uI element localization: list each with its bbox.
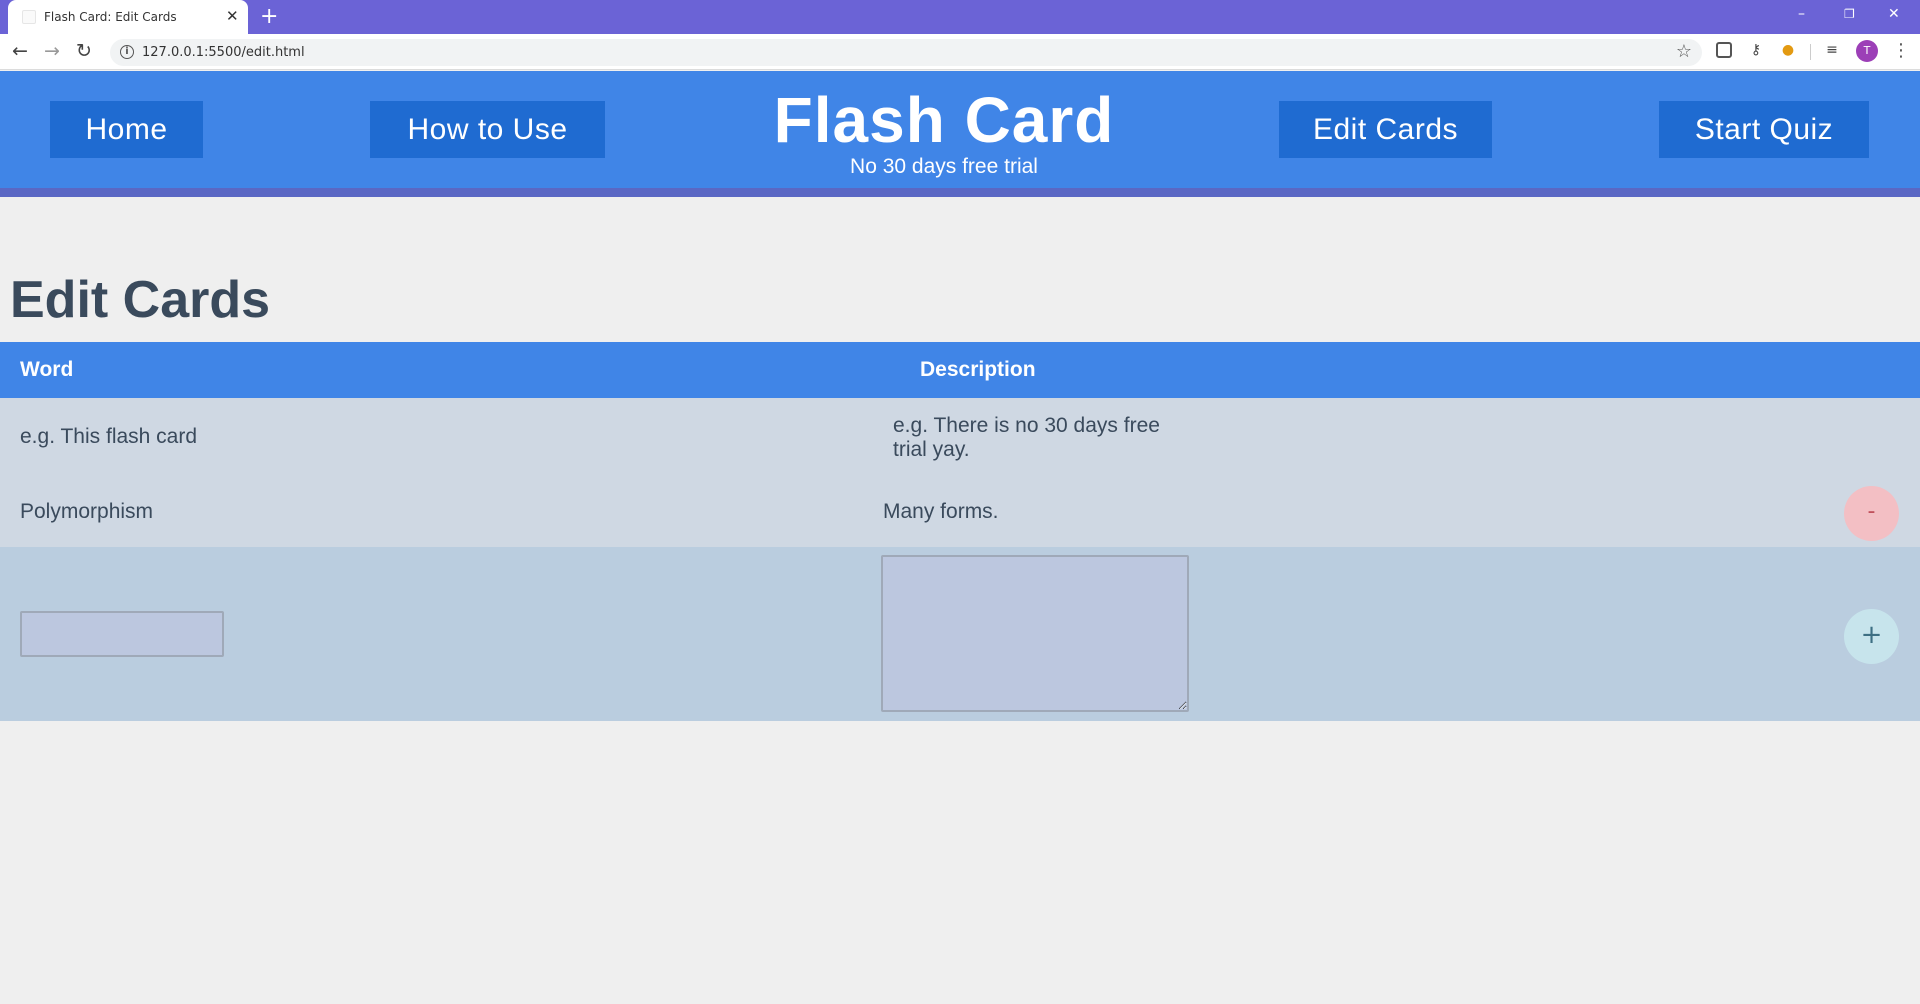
page-favicon-icon [22,10,36,24]
new-card-row: + [0,547,1920,721]
url-text: 127.0.0.1:5500/edit.html [142,45,305,60]
tab-close-icon[interactable]: ✕ [226,6,239,26]
card-rows: e.g. This flash card e.g. There is no 30… [0,398,1920,547]
extension-icon[interactable] [1716,42,1732,58]
edit-cards-button[interactable]: Edit Cards [1279,101,1492,158]
example-description-line: e.g. There is no 30 days free [893,414,1160,437]
start-quiz-button[interactable]: Start Quiz [1659,101,1869,158]
column-header-description: Description [920,358,1036,381]
browser-tab[interactable]: Flash Card: Edit Cards ✕ [8,0,248,34]
reload-icon[interactable]: ↻ [76,40,92,62]
card-word-cell: Polymorphism [20,500,154,523]
remove-card-button[interactable]: - [1844,486,1899,541]
new-word-input[interactable] [20,611,224,657]
site-title: Flash Card [773,84,1115,156]
example-description-line: trial yay. [893,438,970,461]
profile-avatar[interactable]: T [1856,40,1878,62]
page-title: Edit Cards [10,271,271,329]
example-word-cell: e.g. This flash card [20,425,198,448]
media-queue-icon[interactable]: ≡ [1824,42,1840,58]
new-description-input[interactable] [881,555,1189,712]
card-description-cell: Many forms. [883,500,999,523]
site-header: Home How to Use Flash Card No 30 days fr… [0,71,1920,188]
header-divider [0,188,1920,197]
brand: Flash Card No 30 days free trial [0,85,1888,179]
add-card-button[interactable]: + [1844,609,1899,664]
site-subtitle: No 30 days free trial [850,155,1038,178]
browser-menu-icon[interactable]: ⋮ [1892,40,1910,62]
site-info-icon[interactable]: i [120,45,134,59]
restore-icon[interactable]: ❐ [1844,3,1855,25]
forward-icon[interactable]: → [44,40,60,62]
tab-title: Flash Card: Edit Cards [44,10,177,24]
address-bar[interactable]: i 127.0.0.1:5500/edit.html ☆ [110,39,1702,66]
window-close-icon[interactable]: ✕ [1888,3,1900,25]
new-tab-button[interactable]: + [260,3,278,31]
bookmark-star-icon[interactable]: ☆ [1676,41,1692,62]
extension-orange-icon[interactable]: ● [1780,42,1796,58]
key-icon[interactable]: ⚷ [1748,42,1764,58]
column-header-word: Word [20,358,74,381]
browser-toolbar: ← → ↻ i 127.0.0.1:5500/edit.html ☆ ⚷ ● ≡… [0,34,1920,70]
back-icon[interactable]: ← [12,40,28,62]
toolbar-separator [1810,44,1811,60]
example-description-cell: e.g. There is no 30 days free trial yay. [893,414,1160,462]
browser-tab-strip: Flash Card: Edit Cards ✕ + – ❐ ✕ [0,0,1920,34]
minimize-icon[interactable]: – [1798,3,1805,25]
table-header: Word Description [0,342,1920,398]
